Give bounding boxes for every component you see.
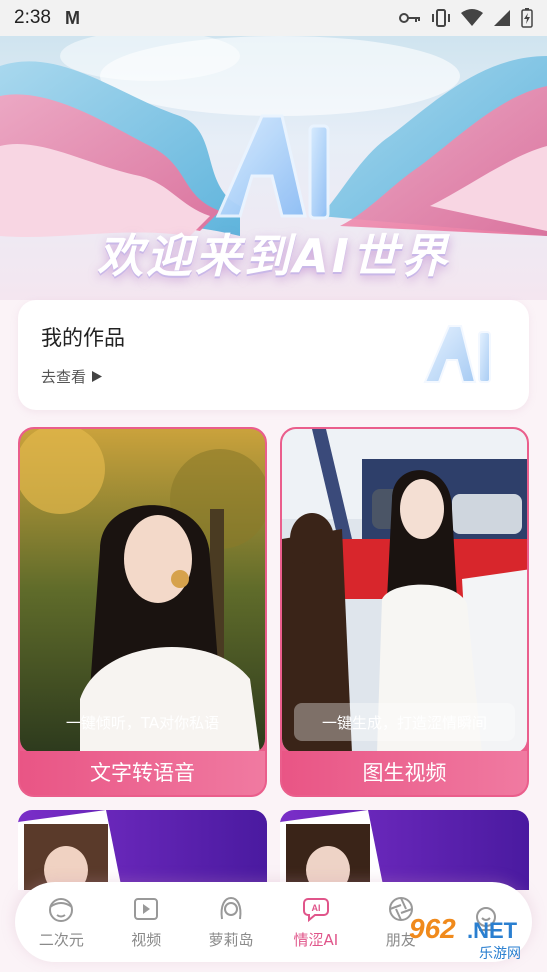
girl-icon: [220, 896, 242, 919]
battery-icon: [521, 8, 533, 28]
nav-label-anime: 二次元: [38, 930, 84, 949]
play-arrow-icon: [92, 371, 103, 382]
ai-logo-icon: [423, 325, 491, 383]
nav-item-anime[interactable]: 二次元: [21, 895, 101, 950]
wifi-icon: [461, 9, 483, 26]
feature-label-tts: 文字转语音: [20, 751, 265, 795]
nav-label-ai-chat: 情涩AI: [293, 930, 339, 949]
play-icon: [134, 897, 159, 920]
signal-icon: [494, 10, 510, 26]
portrait-thumbnail: [280, 810, 384, 890]
feature-label-img2video: 图生视频: [282, 751, 527, 795]
svg-text:962: 962: [409, 913, 456, 944]
my-works-title: 我的作品: [41, 326, 125, 350]
svg-text:乐游网: 乐游网: [479, 946, 521, 962]
nav-label-loli-island: 萝莉岛: [208, 930, 254, 949]
feature-card-partial-1[interactable]: [18, 810, 267, 890]
svg-text:AI: AI: [311, 903, 320, 913]
nav-item-ai-chat[interactable]: AI 情涩AI: [276, 895, 356, 950]
feature-card-tts[interactable]: 一键倾听，TA对你私语 文字转语音: [18, 427, 267, 797]
status-bar: 2:38 M: [0, 0, 547, 36]
hero-title: 欢迎来到AI世界: [97, 229, 450, 283]
site-watermark-logo: 962 .NET 乐游网: [409, 913, 521, 962]
nav-item-loli-island[interactable]: 萝莉岛: [191, 895, 271, 950]
nav-label-video: 视频: [131, 930, 162, 949]
feature-card-partial-2[interactable]: [280, 810, 529, 890]
feature-caption-tts: 一键倾听，TA对你私语: [65, 713, 220, 732]
anime-icon: [49, 897, 74, 922]
ai-logo-3d: [215, 114, 330, 220]
svg-text:.NET: .NET: [467, 918, 518, 943]
view-works-link[interactable]: 去查看: [41, 366, 103, 387]
gmail-icon: M: [64, 7, 80, 28]
feature-caption-img2video: 一键生成，打造涩情瞬间: [294, 703, 515, 741]
status-time: 2:38: [14, 7, 51, 28]
view-works-label: 去查看: [41, 368, 87, 386]
feature-card-img2video[interactable]: 一键生成，打造涩情瞬间 图生视频: [280, 427, 529, 797]
vibrate-icon: [432, 9, 450, 27]
nav-item-video[interactable]: 视频: [106, 895, 186, 950]
key-icon: [399, 13, 420, 23]
portrait-thumbnail: [18, 810, 122, 890]
my-works-card[interactable]: 我的作品 去查看: [18, 300, 529, 410]
ai-chat-icon: AI: [302, 897, 329, 922]
hero-banner: 欢迎来到AI世界: [0, 36, 547, 300]
